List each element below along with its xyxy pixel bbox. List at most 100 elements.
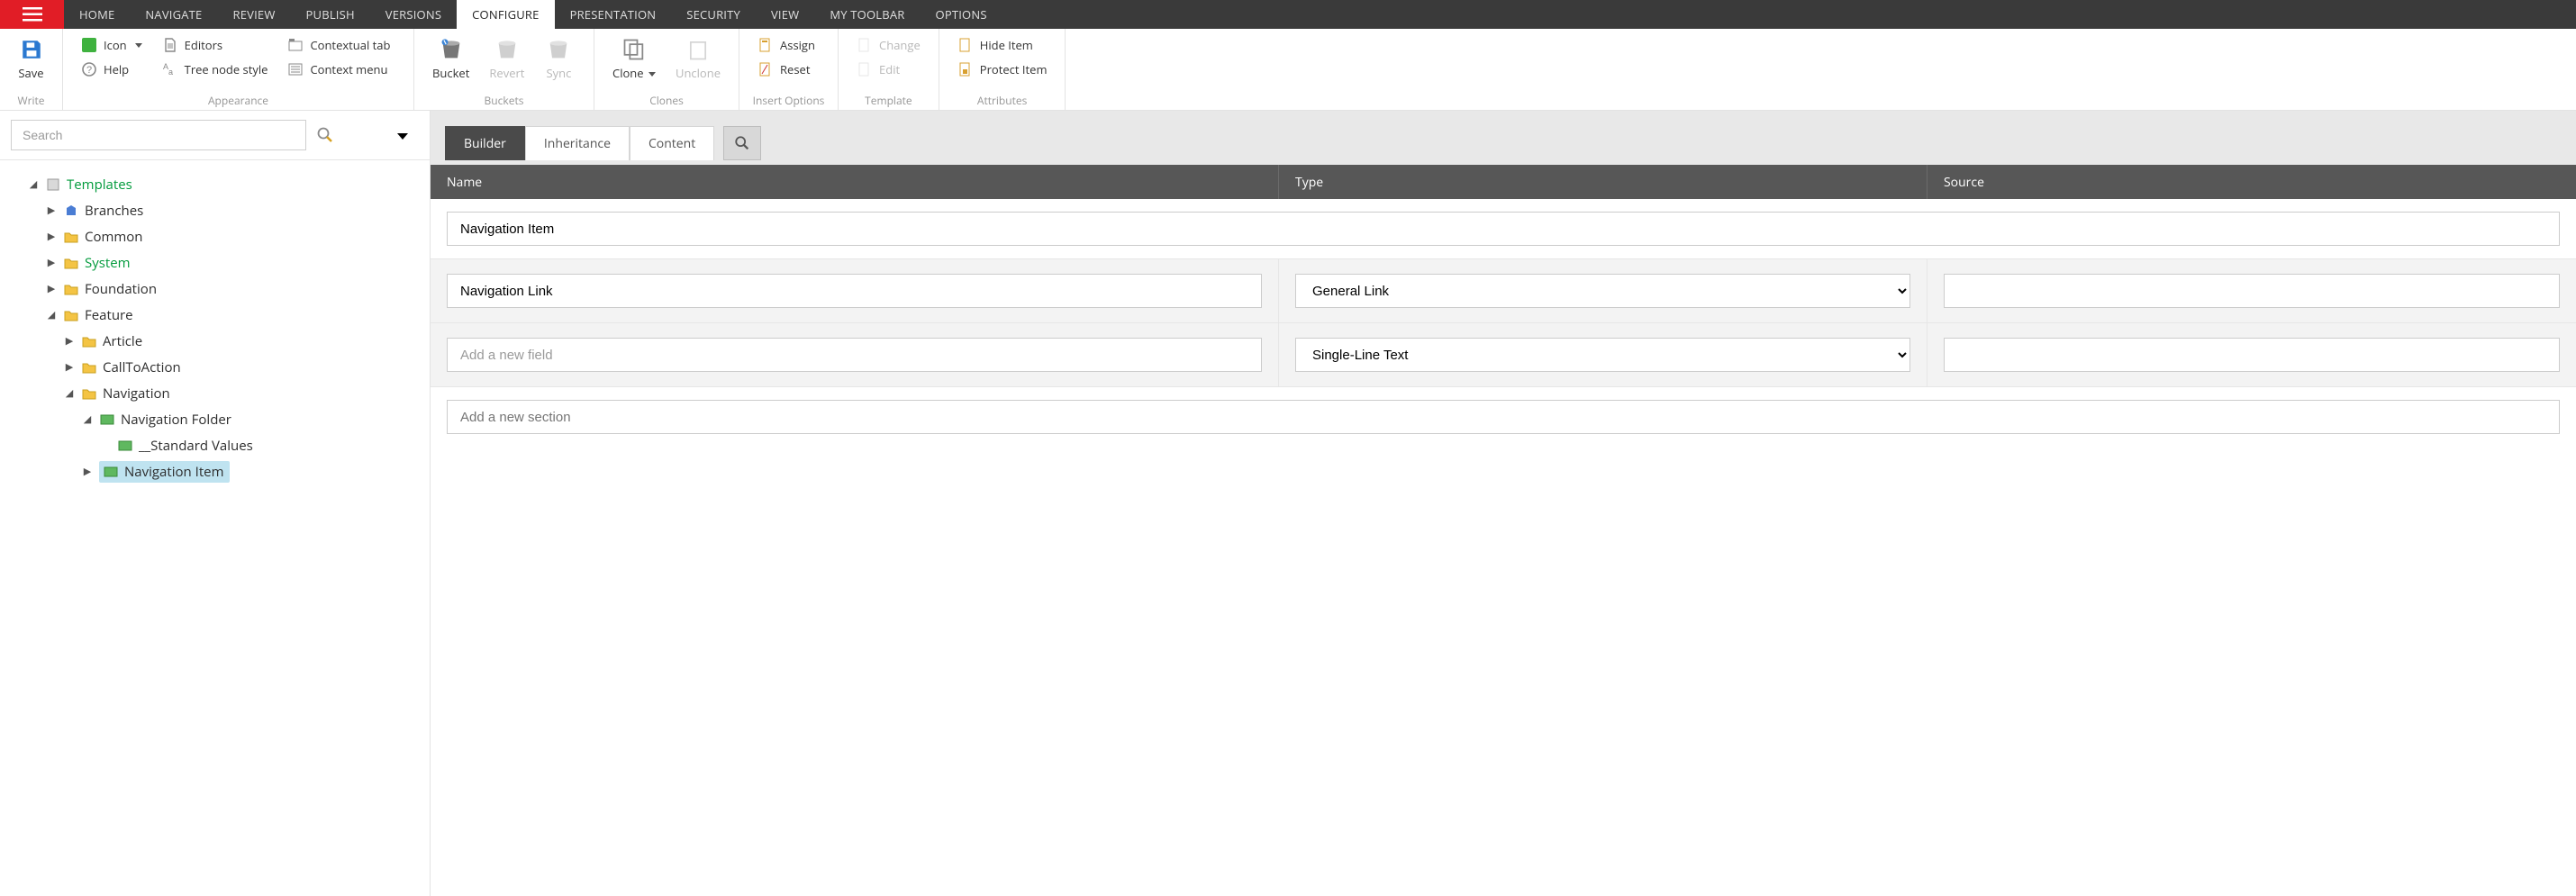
new-field-type-select[interactable]: Single-Line Text — [1295, 338, 1910, 372]
field-source-input[interactable] — [1944, 274, 2560, 308]
expand-icon[interactable]: ▶ — [45, 230, 58, 243]
menu-security[interactable]: SECURITY — [671, 0, 756, 29]
menu-publish[interactable]: PUBLISH — [291, 0, 370, 29]
tree-label: __Standard Values — [139, 437, 253, 455]
tree-system[interactable]: ▶ System — [9, 249, 421, 276]
editors-button[interactable]: Editors — [157, 34, 274, 56]
svg-text:a: a — [168, 68, 173, 77]
icon-button[interactable]: Icon — [76, 34, 148, 56]
tree-label: Navigation Item — [124, 463, 224, 481]
hide-item-label: Hide Item — [980, 37, 1033, 53]
menu-versions[interactable]: VERSIONS — [370, 0, 457, 29]
treenode-button[interactable]: Aa Tree node style — [157, 59, 274, 80]
new-field-name-input[interactable] — [447, 338, 1262, 372]
reset-button[interactable]: Reset — [752, 59, 821, 80]
tree-stdvalues[interactable]: __Standard Values — [9, 432, 421, 458]
menu-home[interactable]: HOME — [64, 0, 130, 29]
collapse-icon[interactable]: ◢ — [63, 386, 76, 400]
folder-icon — [81, 385, 97, 402]
expand-icon[interactable]: ▶ — [63, 334, 76, 348]
protect-item-label: Protect Item — [980, 61, 1048, 77]
unclone-button: Unclone — [670, 34, 726, 93]
hide-item-button[interactable]: Hide Item — [952, 34, 1053, 56]
assign-button[interactable]: Assign — [752, 34, 821, 56]
treenode-icon: Aa — [162, 61, 178, 77]
new-section-input[interactable] — [447, 400, 2560, 434]
change-icon — [857, 37, 873, 53]
menu-configure[interactable]: CONFIGURE — [457, 0, 554, 29]
tab-label: Content — [649, 135, 695, 152]
search-input[interactable] — [11, 120, 306, 150]
expand-icon[interactable]: ▶ — [63, 360, 76, 374]
bucket-button[interactable]: Bucket — [427, 34, 475, 93]
search-button[interactable] — [315, 125, 335, 145]
treenode-label: Tree node style — [185, 61, 268, 77]
search-dropdown[interactable] — [395, 127, 408, 143]
tree-feature[interactable]: ◢ Feature — [9, 302, 421, 328]
bucket-label: Bucket — [432, 65, 469, 81]
tab-builder[interactable]: Builder — [445, 126, 525, 160]
hamburger-menu[interactable] — [0, 0, 64, 29]
tree-label: Article — [103, 332, 142, 350]
contextualtab-label: Contextual tab — [310, 37, 390, 53]
col-source: Source — [1927, 165, 2576, 199]
expand-icon[interactable]: ▶ — [45, 256, 58, 269]
help-label: Help — [104, 61, 129, 77]
protect-item-button[interactable]: Protect Item — [952, 59, 1053, 80]
expand-icon[interactable]: ▶ — [45, 204, 58, 217]
tree-navitem[interactable]: ▶ Navigation Item — [9, 458, 421, 484]
collapse-icon[interactable]: ◢ — [27, 177, 40, 191]
tree-navigation[interactable]: ◢ Navigation — [9, 380, 421, 406]
builder-column-headers: Name Type Source — [431, 165, 2576, 199]
col-name: Name — [431, 165, 1279, 199]
tree-navfolder[interactable]: ◢ Navigation Folder — [9, 406, 421, 432]
tree-article[interactable]: ▶ Article — [9, 328, 421, 354]
contextmenu-label: Context menu — [310, 61, 387, 77]
expand-icon[interactable]: ▶ — [45, 282, 58, 295]
contextmenu-button[interactable]: Context menu — [282, 59, 395, 80]
change-button: Change — [851, 34, 926, 56]
help-button[interactable]: ? Help — [76, 59, 148, 80]
section-name-input[interactable] — [447, 212, 2560, 246]
clone-button[interactable]: Clone — [607, 34, 661, 93]
tree-label: CallToAction — [103, 358, 181, 376]
change-label: Change — [879, 37, 921, 53]
revert-button: Revert — [484, 34, 530, 93]
field-type-select[interactable]: General Link — [1295, 274, 1910, 308]
field-name-input[interactable] — [447, 274, 1262, 308]
sync-button: Sync — [539, 34, 578, 93]
folder-icon — [63, 307, 79, 323]
collapse-icon[interactable]: ◢ — [45, 308, 58, 321]
tree-templates[interactable]: ◢ Templates — [9, 171, 421, 197]
menu-options[interactable]: OPTIONS — [921, 0, 1002, 29]
clone-label: Clone — [612, 65, 656, 81]
group-caption-insert: Insert Options — [752, 93, 825, 108]
menu-view[interactable]: VIEW — [756, 0, 814, 29]
menu-mytoolbar[interactable]: MY TOOLBAR — [814, 0, 920, 29]
field-row: General Link — [431, 259, 2576, 323]
tree-common[interactable]: ▶ Common — [9, 223, 421, 249]
tree-cta[interactable]: ▶ CallToAction — [9, 354, 421, 380]
tree-foundation[interactable]: ▶ Foundation — [9, 276, 421, 302]
menu-review[interactable]: REVIEW — [217, 0, 290, 29]
menu-label: CONFIGURE — [472, 6, 539, 23]
tab-content[interactable]: Content — [630, 126, 714, 160]
editors-label: Editors — [185, 37, 222, 53]
folder-icon — [63, 281, 79, 297]
template-icon — [117, 438, 133, 454]
tab-search[interactable] — [723, 126, 761, 160]
contextualtab-button[interactable]: Contextual tab — [282, 34, 395, 56]
menu-presentation[interactable]: PRESENTATION — [555, 0, 672, 29]
folder-icon — [81, 359, 97, 376]
tab-inheritance[interactable]: Inheritance — [525, 126, 630, 160]
expand-icon[interactable]: ▶ — [81, 465, 94, 478]
tree-label: System — [85, 254, 131, 272]
new-field-source-input[interactable] — [1944, 338, 2560, 372]
menu-navigate[interactable]: NAVIGATE — [130, 0, 217, 29]
tree-branches[interactable]: ▶ Branches — [9, 197, 421, 223]
revert-label: Revert — [489, 65, 524, 81]
save-button[interactable]: Save — [12, 34, 51, 93]
collapse-icon[interactable]: ◢ — [81, 412, 94, 426]
sync-icon — [545, 36, 572, 63]
menu-label: REVIEW — [232, 6, 275, 23]
